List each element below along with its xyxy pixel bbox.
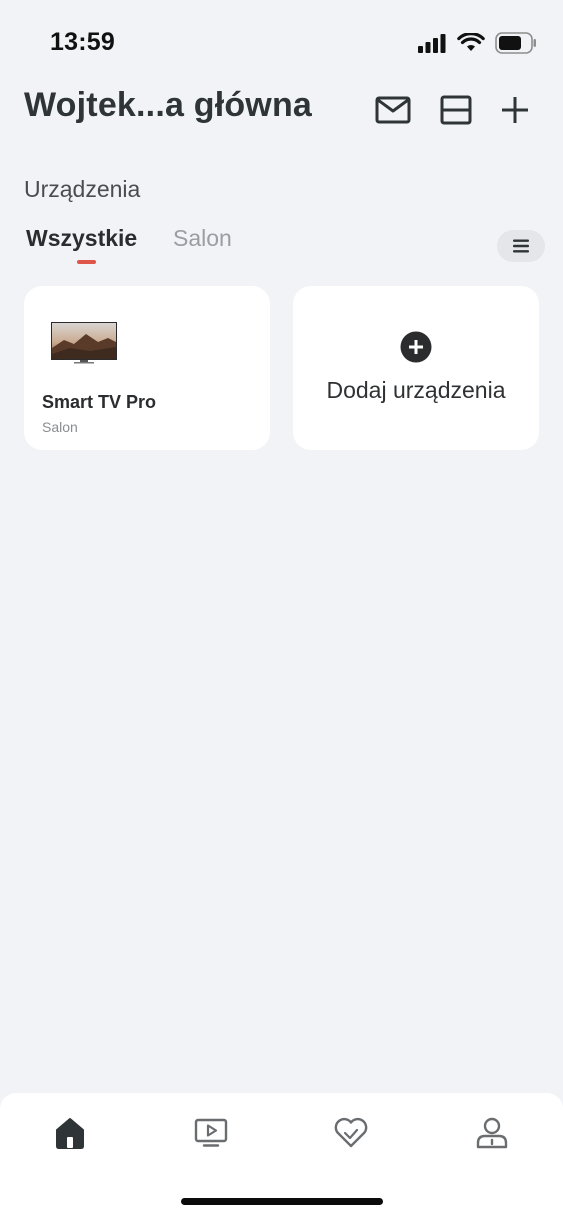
nav-favorites[interactable] [331,1113,371,1153]
menu-icon [513,239,529,253]
wifi-icon [457,33,485,51]
tv-thumbnail-icon [51,322,117,364]
page-title: Wojtek...a główna [24,86,313,124]
home-indicator [181,1198,383,1205]
add-icon [502,97,528,123]
favorites-icon [334,1117,368,1148]
nav-home[interactable] [50,1113,90,1153]
layout-icon [440,95,472,125]
device-room: Salon [42,419,78,435]
mail-button[interactable] [373,90,413,130]
screen: 13:59 Wojtek...a główna Urządzenia Wszys… [0,0,563,1218]
battery-icon [495,32,536,54]
nav-media[interactable] [191,1113,231,1153]
add-button[interactable] [495,90,535,130]
plus-circle-icon [400,331,432,363]
status-icons [417,32,537,54]
section-title: Urządzenia [24,176,141,202]
add-device-label: Dodaj urządzenia [326,377,506,403]
layout-button[interactable] [436,90,476,130]
device-card[interactable]: Smart TV Pro Salon [24,286,270,450]
signal-icon [418,34,446,53]
nav-profile[interactable] [472,1113,512,1153]
add-device-card[interactable]: Dodaj urządzenia [293,286,539,450]
home-icon [56,1118,84,1149]
tab-all[interactable]: Wszystkie [26,225,137,252]
mail-icon [375,96,411,124]
device-name: Smart TV Pro [42,392,157,412]
profile-icon [476,1117,508,1149]
tab-salon[interactable]: Salon [173,225,232,252]
media-icon [194,1118,228,1147]
sort-button[interactable] [497,230,545,262]
tab-indicator [77,260,96,264]
status-time: 13:59 [50,28,115,56]
